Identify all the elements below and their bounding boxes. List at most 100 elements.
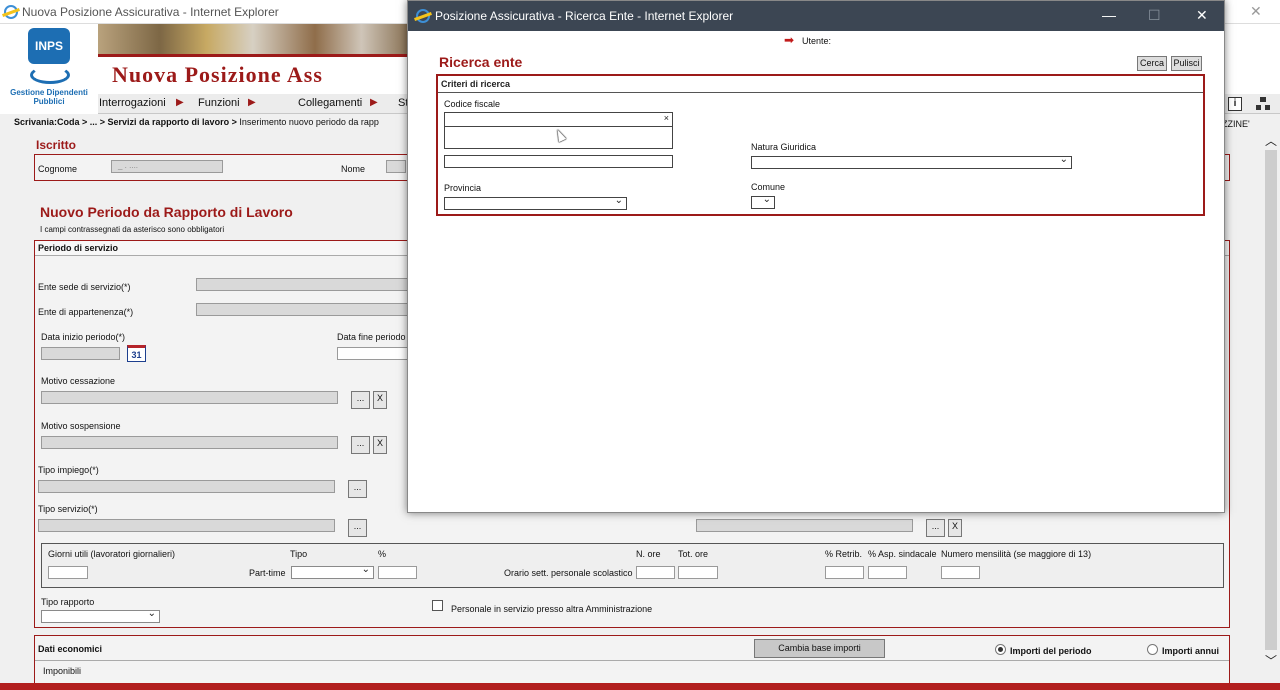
- tipo-servizio-field[interactable]: [38, 519, 335, 532]
- comune-select[interactable]: [751, 194, 775, 209]
- popup-close-icon[interactable]: ✕: [1196, 7, 1208, 24]
- calendar-icon[interactable]: 31: [127, 345, 146, 362]
- orario-box: Giorni utili (lavoratori giornalieri) Ti…: [41, 543, 1224, 588]
- cambia-base-button[interactable]: Cambia base importi: [754, 639, 885, 658]
- natura-label: Natura Giuridica: [751, 142, 817, 152]
- tipo-servizio-lookup-button[interactable]: ...: [348, 519, 367, 537]
- codice-fiscale-field[interactable]: ×: [444, 112, 673, 127]
- giorni-field[interactable]: [48, 566, 88, 579]
- header-ellipsis: ZZINE': [1222, 119, 1250, 129]
- codice-fiscale-second-field[interactable]: [444, 155, 673, 168]
- tipo-servizio-label: Tipo servizio(*): [38, 504, 98, 514]
- criteri-box: Criteri di ricerca Codice fiscale × Natu…: [436, 74, 1205, 216]
- main-close-icon[interactable]: ✕: [1250, 3, 1262, 20]
- tipo-label: Tipo: [290, 549, 308, 559]
- cognome-label: Cognome: [38, 164, 78, 174]
- breadcrumb: Scrivania:Coda > ... > Servizi da rappor…: [14, 117, 379, 127]
- orario-label: Orario sett. personale scolastico: [504, 568, 633, 578]
- economici-title: Dati economici: [38, 644, 103, 654]
- importi-annui-label: Importi annui: [1162, 646, 1219, 656]
- data-inizio-field[interactable]: [41, 347, 120, 360]
- mandatory-note: I campi contrassegnati da asterisco sono…: [40, 225, 225, 234]
- ente-app-field[interactable]: [196, 303, 408, 316]
- ricerca-ente-popup: Posizione Assicurativa - Ricerca Ente - …: [407, 0, 1225, 513]
- main-vertical-scrollbar[interactable]: ︿ ﹀: [1262, 130, 1280, 670]
- menu-arrow-icon: ▶: [248, 97, 256, 108]
- secondary-service-field[interactable]: [696, 519, 913, 532]
- nome-field[interactable]: [386, 160, 406, 173]
- motivo-sosp-clear-button[interactable]: X: [373, 436, 387, 454]
- tipo-rapporto-select[interactable]: [41, 608, 160, 623]
- n-ore-field[interactable]: [636, 566, 675, 579]
- menu-collegamenti[interactable]: Collegamenti: [298, 97, 362, 109]
- personale-checkbox[interactable]: [432, 600, 443, 611]
- motivo-cess-field[interactable]: [41, 391, 338, 404]
- tipo-rapporto-label: Tipo rapporto: [41, 597, 95, 607]
- clear-field-icon[interactable]: ×: [664, 113, 669, 123]
- maximize-icon[interactable]: ☐: [1148, 7, 1161, 24]
- data-inizio-label: Data inizio periodo(*): [41, 332, 126, 342]
- info-icon[interactable]: i: [1228, 97, 1242, 111]
- cognome-field[interactable]: _ . ....: [111, 160, 223, 173]
- org-chart-icon[interactable]: [1256, 97, 1270, 111]
- part-time-label: Part-time: [249, 568, 286, 578]
- pct-retrib-field[interactable]: [825, 566, 864, 579]
- pct-field[interactable]: [378, 566, 417, 579]
- num-mens-field[interactable]: [941, 566, 980, 579]
- comune-label: Comune: [751, 182, 786, 192]
- tot-ore-field[interactable]: [678, 566, 718, 579]
- motivo-sosp-field[interactable]: [41, 436, 338, 449]
- giorni-label: Giorni utili (lavoratori giornalieri): [48, 549, 176, 559]
- menu-funzioni[interactable]: Funzioni: [198, 97, 240, 109]
- secondary-clear-button[interactable]: X: [948, 519, 962, 537]
- n-ore-label: N. ore: [636, 549, 661, 559]
- scrollbar-thumb[interactable]: [1265, 150, 1277, 650]
- motivo-sosp-lookup-button[interactable]: ...: [351, 436, 370, 454]
- popup-heading: Ricerca ente: [439, 54, 523, 70]
- ente-sede-label: Ente sede di servizio(*): [38, 282, 131, 292]
- logo-subtitle: Gestione Dipendenti Pubblici: [10, 88, 88, 106]
- secondary-lookup-button[interactable]: ...: [926, 519, 945, 537]
- part-time-select[interactable]: [291, 564, 374, 579]
- tipo-impiego-field[interactable]: [38, 480, 335, 493]
- scroll-down-icon[interactable]: ﹀: [1265, 652, 1277, 669]
- logo-area: INPS Gestione Dipendenti Pubblici: [0, 24, 98, 114]
- data-fine-field[interactable]: [337, 347, 408, 360]
- popup-title: Posizione Assicurativa - Ricerca Ente - …: [435, 9, 734, 23]
- pct-label: %: [378, 549, 387, 559]
- main-window-title: Nuova Posizione Assicurativa - Internet …: [22, 5, 279, 19]
- ente-app-label: Ente di appartenenza(*): [38, 307, 134, 317]
- natura-select[interactable]: [751, 154, 1072, 169]
- criteri-head: Criteri di ricerca: [438, 76, 1203, 93]
- popup-titlebar: Posizione Assicurativa - Ricerca Ente - …: [408, 1, 1224, 31]
- minimize-icon[interactable]: —: [1102, 7, 1116, 23]
- menu-interrogazioni[interactable]: Interrogazioni: [99, 97, 166, 109]
- pct-retrib-label: % Retrib.: [825, 549, 863, 559]
- motivo-sosp-label: Motivo sospensione: [41, 421, 121, 431]
- economici-divider: [35, 660, 1229, 661]
- pct-asp-label: % Asp. sindacale: [868, 549, 937, 559]
- imponibili-label: Imponibili: [43, 666, 82, 676]
- scroll-up-icon[interactable]: ︿: [1265, 132, 1277, 149]
- tipo-impiego-lookup-button[interactable]: ...: [348, 480, 367, 498]
- tipo-impiego-label: Tipo impiego(*): [38, 465, 99, 475]
- pulisci-button[interactable]: Pulisci: [1171, 56, 1202, 71]
- motivo-cess-clear-button[interactable]: X: [373, 391, 387, 409]
- motivo-cess-lookup-button[interactable]: ...: [351, 391, 370, 409]
- provincia-select[interactable]: [444, 195, 627, 210]
- importi-annui-radio[interactable]: [1147, 644, 1158, 655]
- ente-sede-field[interactable]: [196, 278, 408, 291]
- cerca-button[interactable]: Cerca: [1137, 56, 1167, 71]
- importi-periodo-radio[interactable]: [995, 644, 1006, 655]
- ie-icon: [4, 5, 18, 19]
- ie-icon: [416, 9, 430, 23]
- data-fine-label: Data fine periodo: [337, 332, 406, 342]
- cognome-value: _ . ....: [118, 161, 139, 170]
- personale-label: Personale in servizio presso altra Ammin…: [451, 604, 653, 614]
- breadcrumb-path: Scrivania:Coda > ... > Servizi da rappor…: [14, 117, 237, 127]
- menu-arrow-icon: ▶: [370, 97, 378, 108]
- header-banner-image: [98, 24, 408, 54]
- utente-arrow-icon: ➡: [784, 33, 795, 47]
- pct-asp-field[interactable]: [868, 566, 907, 579]
- motivo-cess-label: Motivo cessazione: [41, 376, 116, 386]
